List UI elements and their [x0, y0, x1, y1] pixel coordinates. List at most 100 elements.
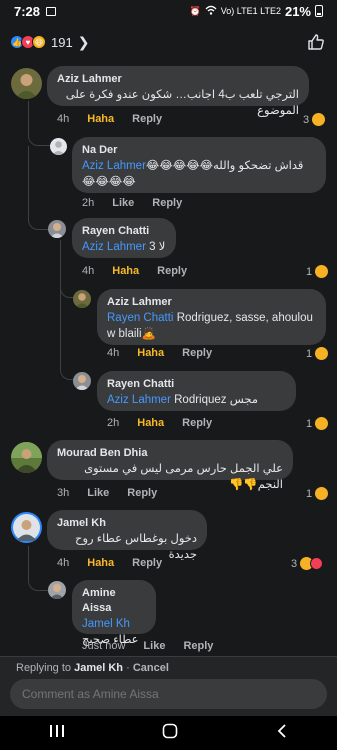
- recents-icon[interactable]: [49, 724, 65, 743]
- comment-time: 4h: [82, 265, 95, 277]
- mention-link[interactable]: Rayen Chatti: [107, 312, 173, 324]
- comment-bubble[interactable]: Mourad Ben Dhia علي الجمل حارس مرمى ليس …: [47, 440, 293, 491]
- reaction-count-badge[interactable]: 3: [291, 557, 324, 570]
- haha-button[interactable]: Haha: [87, 113, 114, 125]
- comment-author[interactable]: Amine Aissa: [82, 586, 146, 616]
- like-button[interactable]: Like: [87, 487, 109, 499]
- comment-actions: 2h Haha Reply: [107, 417, 230, 429]
- comment-bubble[interactable]: Rayen Chatti Aziz Lahmer لا 3: [72, 218, 176, 258]
- comment-actions: 4h Haha Reply: [82, 265, 205, 277]
- avatar[interactable]: [73, 372, 91, 390]
- comment-bubble[interactable]: Rayen Chatti Aziz Lahmer Rodriquez مجس: [97, 371, 296, 411]
- mention-link[interactable]: Aziz Lahmer: [82, 160, 146, 172]
- gallery-icon: [46, 6, 57, 16]
- reply-button[interactable]: Reply: [157, 265, 187, 277]
- avatar[interactable]: [11, 68, 42, 99]
- network-label: Vo) LTE1 LTE2: [220, 6, 281, 16]
- comment-time: 4h: [107, 347, 120, 359]
- battery-icon: [315, 5, 323, 17]
- haha-button[interactable]: Haha: [112, 265, 139, 277]
- comment-text: Aziz Lahmerقداش تضحكو والله😂😂😂😂😂: [82, 160, 304, 172]
- clock: 7:28: [14, 3, 41, 19]
- reaction-count-badge[interactable]: 1: [306, 347, 329, 360]
- avatar[interactable]: [73, 290, 91, 308]
- haha-emoji-icon: [315, 347, 329, 360]
- reply-button[interactable]: Reply: [132, 113, 162, 125]
- comment-actions: Just now Like Reply: [82, 640, 231, 652]
- comment-author[interactable]: Na Der: [82, 143, 316, 158]
- avatar[interactable]: [11, 512, 42, 543]
- comment-author[interactable]: Rayen Chatti: [107, 377, 286, 392]
- haha-button[interactable]: Haha: [87, 557, 114, 569]
- alarm-icon: ⏰: [189, 5, 201, 16]
- reaction-count: 191: [51, 34, 73, 50]
- comment-actions: 4h Haha Reply: [57, 113, 180, 125]
- comment-time: 2h: [107, 417, 120, 429]
- haha-button[interactable]: Haha: [137, 347, 164, 359]
- comment-time: 3h: [57, 487, 70, 499]
- comment-author[interactable]: Jamel Kh: [57, 516, 197, 531]
- haha-emoji-icon: [315, 417, 329, 430]
- reply-button[interactable]: Reply: [152, 197, 182, 209]
- comment-input[interactable]: [10, 679, 327, 709]
- avatar[interactable]: [48, 220, 66, 238]
- comment-actions: 3h Like Reply: [57, 487, 175, 499]
- reply-button[interactable]: Reply: [132, 557, 162, 569]
- home-icon[interactable]: [162, 723, 178, 744]
- comment-author[interactable]: Aziz Lahmer: [57, 72, 299, 87]
- haha-button[interactable]: Haha: [137, 417, 164, 429]
- reaction-count-badge[interactable]: 1: [306, 487, 329, 500]
- comment-bubble[interactable]: Aziz Lahmer Rayen Chatti Rodriguez, sass…: [97, 289, 326, 345]
- replying-to-name: Jamel Kh: [74, 662, 124, 674]
- like-button[interactable]: Like: [143, 640, 165, 652]
- avatar[interactable]: [11, 442, 42, 473]
- mention-link[interactable]: Jamel Kh: [82, 616, 146, 632]
- comment-text: Aziz Lahmer Rodriquez مجس: [107, 394, 258, 406]
- comment-bubble[interactable]: Amine Aissa Jamel Kh عطاء صحيح: [72, 580, 156, 646]
- reply-button[interactable]: Reply: [182, 417, 212, 429]
- comment-text-line2: 😂😂😂😂: [82, 176, 136, 188]
- haha-emoji-icon: [312, 113, 326, 126]
- haha-emoji-icon: [315, 487, 329, 500]
- comment-bubble[interactable]: Aziz Lahmer الترجي تلعب ب4 اجانب… شكون ع…: [47, 66, 309, 117]
- comment-text: Rayen Chatti Rodriguez, sasse, ahoulou: [107, 312, 313, 324]
- thread-line: [28, 146, 50, 230]
- like-button[interactable]: Like: [112, 197, 134, 209]
- like-post-button[interactable]: [305, 31, 327, 53]
- comment-author[interactable]: Rayen Chatti: [82, 224, 166, 239]
- comment-bubble[interactable]: Jamel Kh دخول بوغطاس عطاء روح جديدة: [47, 510, 207, 561]
- comment-text-line2: w blaili🙇: [107, 328, 156, 340]
- haha-reaction-icon: 😆: [32, 35, 46, 49]
- comment-author[interactable]: Aziz Lahmer: [107, 295, 316, 310]
- reply-button[interactable]: Reply: [182, 347, 212, 359]
- comment-time: 2h: [82, 197, 95, 209]
- back-icon[interactable]: [276, 723, 288, 744]
- reaction-count-badge[interactable]: 1: [306, 265, 329, 278]
- mention-link[interactable]: Aziz Lahmer: [82, 241, 146, 253]
- thread-line: [28, 546, 48, 591]
- comment-author[interactable]: Mourad Ben Dhia: [57, 446, 283, 461]
- reaction-count-badge[interactable]: 3: [303, 113, 326, 126]
- cancel-reply-button[interactable]: Cancel: [133, 662, 169, 674]
- reply-button[interactable]: Reply: [183, 640, 213, 652]
- comment-time: Just now: [82, 640, 126, 652]
- replying-to-label: Replying to Jamel Kh · Cancel: [16, 662, 169, 674]
- reaction-count-badge[interactable]: 1: [306, 417, 329, 430]
- comment-bubble[interactable]: Na Der Aziz Lahmerقداش تضحكو والله😂😂😂😂😂 …: [72, 137, 326, 193]
- reply-button[interactable]: Reply: [127, 487, 157, 499]
- reactions-header: 👍 ♥ 😆 191 ❯: [0, 28, 337, 56]
- reply-composer: Replying to Jamel Kh · Cancel: [0, 656, 337, 716]
- comment-actions: 4h Haha Reply: [107, 347, 230, 359]
- avatar[interactable]: [50, 138, 67, 155]
- mention-link[interactable]: Aziz Lahmer: [107, 394, 171, 406]
- thread-line: [28, 101, 50, 146]
- love-emoji-icon: [310, 557, 324, 570]
- comment-time: 4h: [57, 113, 70, 125]
- android-nav-bar: [0, 716, 337, 750]
- wifi-icon: [205, 5, 217, 17]
- reactions-summary[interactable]: 👍 ♥ 😆 191 ❯: [10, 34, 89, 51]
- thumbs-up-icon: [308, 34, 324, 50]
- haha-emoji-icon: [315, 265, 329, 278]
- avatar[interactable]: [48, 581, 66, 599]
- comment-time: 4h: [57, 557, 70, 569]
